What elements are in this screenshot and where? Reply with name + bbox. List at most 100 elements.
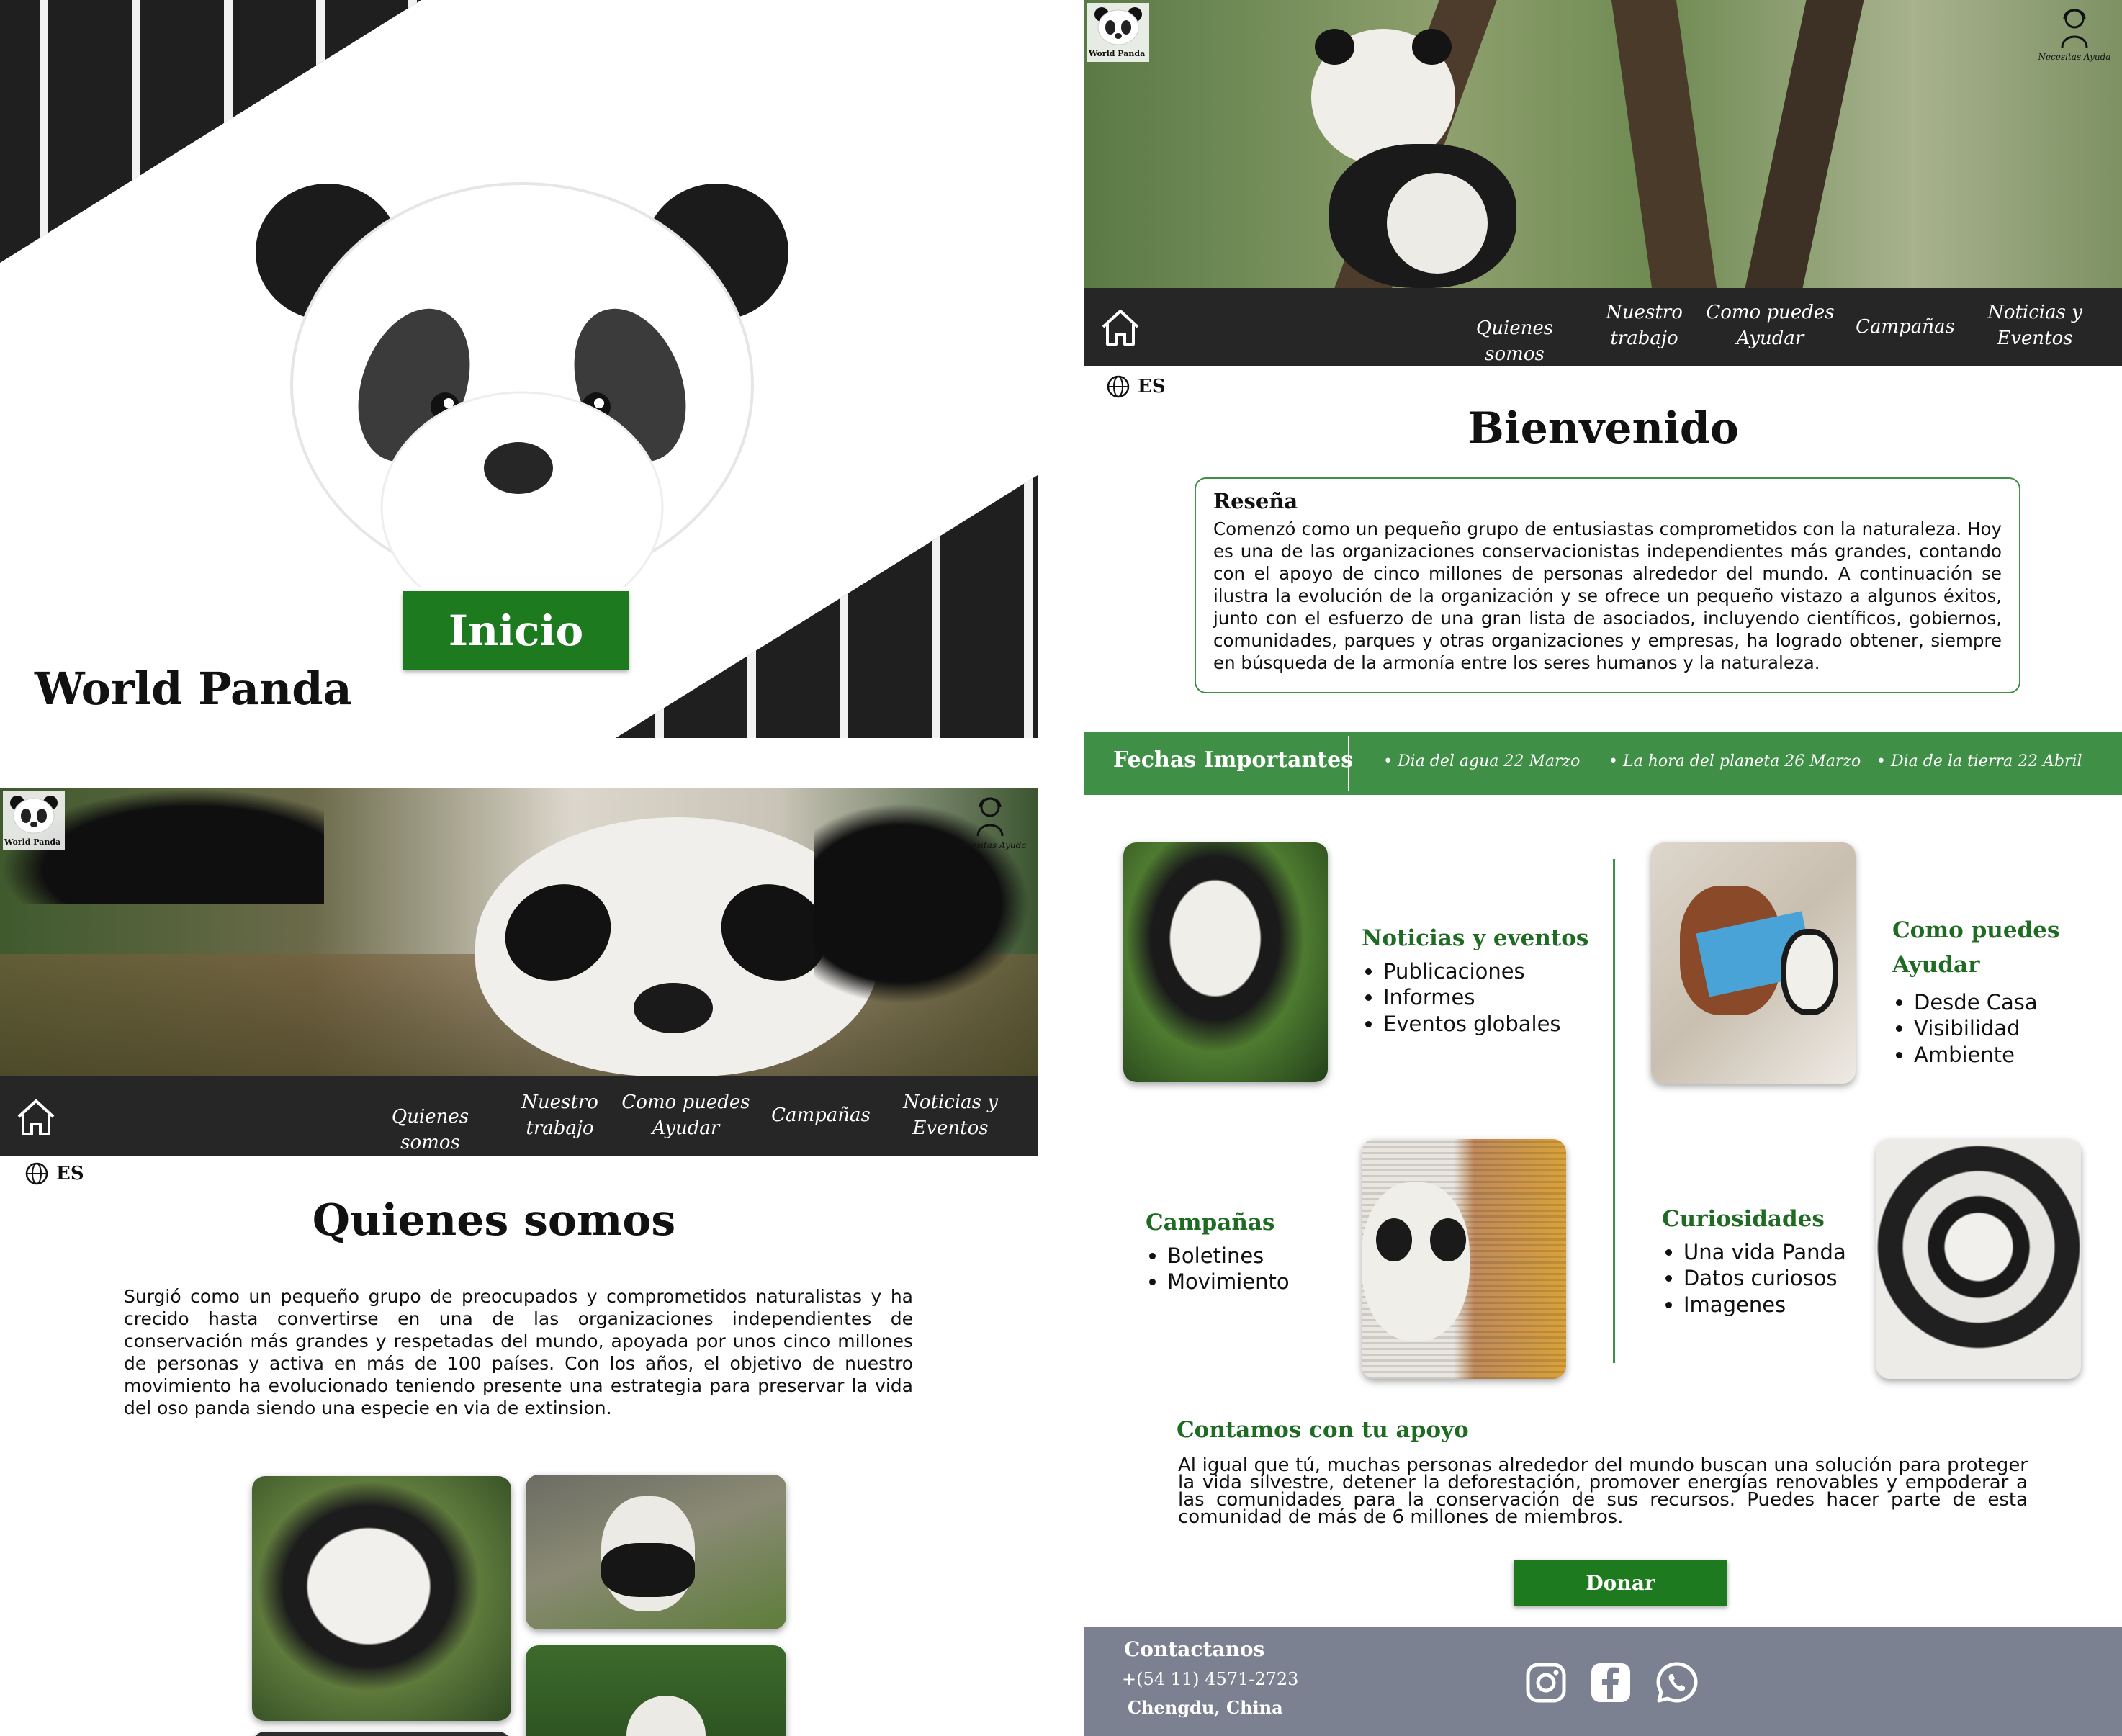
support-text: Al igual que tú, muchas personas alreded…: [1178, 1454, 2028, 1528]
date-item[interactable]: • Dia de la tierra 22 Abril: [1876, 752, 2082, 770]
nav-campanas[interactable]: Campañas: [1851, 314, 1959, 340]
nav-label: Noticias y: [903, 1092, 998, 1113]
list-item[interactable]: Informes: [1383, 984, 1599, 1010]
contact-city: Chengdu, China: [1128, 1697, 1283, 1718]
gallery-image-panda-grass: [526, 1645, 786, 1736]
date-label: Dia del agua 22 Marzo: [1397, 752, 1581, 770]
donate-button[interactable]: Donar: [1514, 1560, 1727, 1606]
nav-label: Como puedes: [1706, 302, 1835, 323]
nav-label: Quienes somos: [391, 1106, 469, 1154]
date-label: La hora del planeta 26 Marzo: [1622, 752, 1861, 770]
nav-bar: Quienes somos Nuestro trabajo Como puedes…: [0, 1076, 1038, 1156]
globe-icon: [1107, 375, 1130, 398]
nav-quienes-somos[interactable]: Quienes somos: [1448, 315, 1581, 368]
review-card: Reseña Comenzó como un pequeño grupo de …: [1195, 477, 2020, 693]
nav-label: Eventos: [1997, 328, 2073, 350]
list-item[interactable]: Desde Casa: [1914, 989, 2108, 1015]
contact-phone[interactable]: +(54 11) 4571-2723: [1122, 1669, 1298, 1689]
help-label: Necesitas Ayuda: [953, 840, 1027, 850]
card-title: Curiosidades: [1662, 1206, 1825, 1232]
help-label: Necesitas Ayuda: [2038, 52, 2111, 62]
list-item[interactable]: Una vida Panda: [1683, 1239, 1878, 1265]
hero-image-panda-lying: [0, 788, 1038, 1076]
whatsapp-icon[interactable]: [1655, 1660, 1699, 1705]
list-item[interactable]: Visibilidad: [1914, 1015, 2108, 1041]
nav-label: trabajo: [1610, 328, 1678, 350]
quienes-somos-screen: World Panda Necesitas Ayuda Quienes somo…: [0, 788, 1038, 1736]
inicio-button[interactable]: Inicio: [403, 591, 629, 670]
page-title: Quienes somos: [312, 1195, 676, 1246]
splash-screen: Inicio World Panda: [0, 0, 1038, 738]
language-selector[interactable]: ES: [24, 1161, 84, 1186]
nav-label: Nuestro: [521, 1092, 598, 1113]
help-link[interactable]: Necesitas Ayuda: [950, 794, 1030, 850]
card-title: Como puedes Ayudar: [1892, 917, 2060, 978]
home-screen: World Panda Necesitas Ayuda Quienes somo…: [1084, 0, 2122, 1736]
nav-bar: Quienes somos Nuestro trabajo Como puedes…: [1084, 288, 2122, 366]
card-noticias[interactable]: Noticias y eventos Publicaciones Informe…: [1362, 925, 1599, 1037]
home-icon[interactable]: [1099, 307, 1142, 348]
hero-image-panda-tree: [1084, 0, 2122, 288]
nav-como-puedes-ayudar[interactable]: Como puedes Ayudar: [619, 1089, 752, 1142]
nav-noticias-eventos[interactable]: Noticias y Eventos: [886, 1089, 1015, 1142]
nav-nuestro-trabajo[interactable]: Nuestro trabajo: [511, 1089, 608, 1142]
nav-como-puedes-ayudar[interactable]: Como puedes Ayudar: [1704, 300, 1837, 352]
nav-label: Eventos: [912, 1117, 989, 1140]
nav-label: Quienes somos: [1475, 318, 1554, 366]
cards-divider: [1613, 859, 1615, 1363]
panda-logo-icon: [1094, 7, 1142, 45]
nav-label: trabajo: [526, 1117, 594, 1140]
card-title: Campañas: [1146, 1210, 1275, 1236]
logo-badge[interactable]: World Panda: [3, 791, 65, 850]
date-item[interactable]: • Dia del agua 22 Marzo: [1383, 752, 1580, 770]
instagram-icon[interactable]: [1525, 1662, 1567, 1704]
dates-title: Fechas Importantes: [1113, 747, 1354, 773]
list-item[interactable]: Movimiento: [1167, 1269, 1362, 1295]
nav-noticias-eventos[interactable]: Noticias y Eventos: [1970, 300, 2100, 352]
list-item[interactable]: Boletines: [1167, 1243, 1362, 1269]
review-title: Reseña: [1213, 489, 1298, 513]
card-image-mural[interactable]: [1362, 1139, 1566, 1379]
support-agent-icon: [2061, 9, 2088, 48]
nav-quienes-somos[interactable]: Quienes somos: [364, 1104, 497, 1156]
card-curiosidades[interactable]: Curiosidades Una vida Panda Datos curios…: [1662, 1206, 1878, 1318]
language-label: ES: [1138, 376, 1166, 397]
logo-badge[interactable]: World Panda: [1087, 3, 1149, 62]
language-label: ES: [56, 1163, 84, 1184]
list-item[interactable]: Ambiente: [1914, 1042, 2108, 1068]
card-image-panda-eating[interactable]: [1123, 842, 1328, 1082]
home-icon[interactable]: [14, 1097, 58, 1138]
nav-campanas[interactable]: Campañas: [767, 1102, 875, 1128]
date-label: Dia de la tierra 22 Abril: [1890, 752, 2082, 770]
brand-title: World Panda: [35, 662, 352, 715]
gallery-image-panda-sitting: [526, 1475, 786, 1629]
language-selector[interactable]: ES: [1106, 374, 1166, 399]
card-campanas[interactable]: Campañas Boletines Movimiento: [1146, 1210, 1362, 1295]
dates-divider: [1348, 736, 1349, 791]
facebook-icon[interactable]: [1590, 1662, 1632, 1704]
card-list: Publicaciones Informes Eventos globales: [1362, 958, 1599, 1037]
date-item[interactable]: • La hora del planeta 26 Marzo: [1609, 752, 1861, 770]
list-item[interactable]: Datos curiosos: [1683, 1265, 1878, 1291]
globe-icon: [25, 1162, 48, 1185]
list-item[interactable]: Eventos globales: [1383, 1011, 1599, 1037]
nav-label: Ayudar: [652, 1117, 720, 1140]
help-link[interactable]: Necesitas Ayuda: [2035, 6, 2114, 62]
logo-label: World Panda: [1089, 49, 1146, 58]
review-text: Comenzó como un pequeño grupo de entusia…: [1213, 518, 2002, 673]
nav-label: Campañas: [1856, 316, 1955, 338]
nav-label: Nuestro: [1606, 302, 1683, 323]
dates-bar: Fechas Importantes • Dia del agua 22 Mar…: [1084, 732, 2122, 795]
nav-nuestro-trabajo[interactable]: Nuestro trabajo: [1596, 300, 1693, 352]
page-title: Bienvenido: [1467, 403, 1739, 454]
card-image-child-reading[interactable]: [1651, 842, 1856, 1084]
panda-logo: [256, 182, 788, 587]
card-title: Noticias y eventos: [1362, 925, 1589, 951]
list-item[interactable]: Publicaciones: [1383, 958, 1599, 984]
support-title: Contamos con tu apoyo: [1177, 1417, 1469, 1443]
card-list: Boletines Movimiento: [1146, 1243, 1362, 1295]
card-image-plush-pandas[interactable]: [1876, 1139, 2081, 1379]
card-ayudar[interactable]: Como puedes Ayudar Desde Casa Visibilida…: [1892, 913, 2108, 1068]
list-item[interactable]: Imagenes: [1683, 1292, 1878, 1318]
panda-logo-icon: [10, 796, 58, 834]
